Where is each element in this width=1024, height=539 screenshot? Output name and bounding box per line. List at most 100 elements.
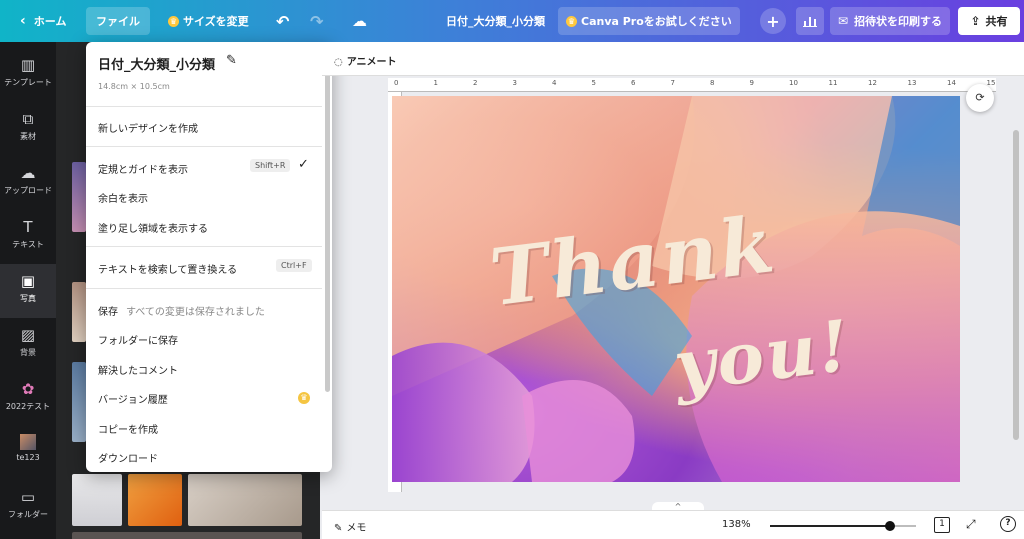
photo-icon: ▣ bbox=[20, 272, 36, 290]
crown-icon: ♛ bbox=[298, 392, 310, 404]
sidebar-item-templates[interactable]: ▥ テンプレート bbox=[0, 48, 56, 102]
ruler-tick-label: 9 bbox=[749, 79, 754, 87]
sidebar-item-background[interactable]: ▨ 背景 bbox=[0, 318, 56, 372]
zoom-slider-fill bbox=[770, 525, 890, 527]
notes-button[interactable]: ✎ メモ bbox=[334, 519, 366, 534]
sidebar-item-text[interactable]: T テキスト bbox=[0, 210, 56, 264]
sidebar-item-uploads[interactable]: ☁ アップロード bbox=[0, 156, 56, 210]
sidebar-item-folders[interactable]: ▭ フォルダー bbox=[0, 480, 56, 534]
home-button[interactable]: ‹ ホーム bbox=[12, 7, 74, 35]
menu-item-find-replace[interactable]: テキストを検索して置き換える bbox=[98, 261, 237, 276]
design-size: 14.8cm × 10.5cm bbox=[98, 82, 170, 91]
fullscreen-icon[interactable]: ⤢ bbox=[966, 517, 976, 532]
pro-label: Canva Proをお試しください bbox=[581, 15, 732, 28]
horizontal-ruler: 0 1 2 3 4 5 6 7 8 9 10 11 12 13 14 15 bbox=[388, 78, 996, 92]
resize-button[interactable]: ♛ サイズを変更 bbox=[160, 7, 257, 35]
zoom-slider[interactable] bbox=[770, 521, 916, 531]
menu-document-title[interactable]: 日付_大分類_小分類 bbox=[98, 54, 215, 73]
template-icon: ▥ bbox=[20, 56, 36, 74]
elements-icon: ⧉ bbox=[22, 110, 34, 128]
menu-item-resolved-comments[interactable]: 解決したコメント bbox=[98, 362, 178, 377]
help-button[interactable]: ? bbox=[1000, 516, 1016, 532]
animate-icon: ◌ bbox=[334, 57, 343, 68]
save-status-button[interactable]: ☁ bbox=[344, 7, 375, 35]
ruler-tick-label: 10 bbox=[789, 79, 798, 87]
document-title[interactable]: 日付_大分類_小分類 bbox=[438, 7, 553, 35]
menu-divider bbox=[86, 288, 322, 289]
menu-divider bbox=[86, 146, 322, 147]
zoom-slider-handle[interactable] bbox=[884, 521, 895, 531]
redo-icon: ↷ bbox=[310, 11, 324, 31]
page-count-button[interactable]: 1 bbox=[934, 517, 950, 533]
design-canvas[interactable]: Thank you! bbox=[392, 96, 960, 482]
menu-item-save[interactable]: 保存 すべての変更は保存されました bbox=[98, 303, 265, 318]
insights-button[interactable] bbox=[796, 7, 824, 35]
crown-icon: ♛ bbox=[168, 15, 179, 27]
photo-thumbnail[interactable] bbox=[72, 474, 122, 526]
photo-thumbnail[interactable] bbox=[72, 532, 302, 539]
folder-thumb-icon bbox=[20, 434, 36, 450]
text-icon: T bbox=[23, 218, 33, 236]
ruler-tick-label: 0 bbox=[394, 79, 399, 87]
canvas-scrollbar[interactable] bbox=[1013, 130, 1019, 440]
zoom-level[interactable]: 138% bbox=[722, 519, 751, 530]
photo-thumbnail[interactable] bbox=[72, 362, 86, 442]
crown-icon: ♛ bbox=[566, 15, 577, 27]
menu-item-make-copy[interactable]: コピーを作成 bbox=[98, 421, 158, 436]
bottom-toolbar: ✎ メモ 138% 1 ⤢ ? bbox=[322, 510, 1024, 539]
menu-item-show-margins[interactable]: 余白を表示 bbox=[98, 190, 148, 205]
sidebar-item-2022test[interactable]: ✿ 2022テスト bbox=[0, 372, 56, 426]
sidebar-item-label: 背景 bbox=[20, 348, 36, 357]
ruler-tick-label: 1 bbox=[433, 79, 438, 87]
photo-thumbnail[interactable] bbox=[72, 282, 86, 342]
menu-item-new-design[interactable]: 新しいデザインを作成 bbox=[98, 120, 198, 135]
file-menu-dropdown: 日付_大分類_小分類 ✎ 14.8cm × 10.5cm 新しいデザインを作成 … bbox=[86, 42, 332, 472]
menu-item-version-history[interactable]: バージョン履歴 bbox=[98, 391, 168, 406]
undo-icon: ↶ bbox=[276, 11, 290, 31]
ruler-tick-label: 12 bbox=[868, 79, 877, 87]
folder-icon: ▭ bbox=[20, 488, 36, 506]
file-menu-button[interactable]: ファイル bbox=[86, 7, 150, 35]
check-icon: ✓ bbox=[298, 157, 309, 172]
sidebar-item-label: テンプレート bbox=[4, 78, 52, 87]
ruler-tick-label: 6 bbox=[631, 79, 636, 87]
menu-scrollbar[interactable] bbox=[325, 52, 330, 392]
undo-button[interactable]: ↶ bbox=[268, 7, 297, 35]
photo-thumbnail[interactable] bbox=[128, 474, 182, 526]
sidebar-item-label: テキスト bbox=[12, 240, 44, 249]
sidebar-item-te123[interactable]: te123 bbox=[0, 426, 56, 480]
top-toolbar: ‹ ホーム ファイル ♛ サイズを変更 ↶ ↷ ☁ 日付_大分類_小分類 ♛ C… bbox=[0, 0, 1024, 42]
animate-button[interactable]: ◌ アニメート bbox=[334, 53, 397, 68]
notes-icon: ✎ bbox=[334, 523, 343, 534]
pencil-icon[interactable]: ✎ bbox=[226, 53, 237, 68]
share-button[interactable]: ⇪ 共有 bbox=[958, 7, 1020, 35]
ruler-tick-label: 4 bbox=[552, 79, 557, 87]
notes-label: メモ bbox=[346, 523, 367, 534]
redo-button[interactable]: ↷ bbox=[302, 7, 331, 35]
print-invitation-button[interactable]: ✉ 招待状を印刷する bbox=[830, 7, 951, 35]
sidebar-item-photos[interactable]: ▣ 写真 bbox=[0, 264, 56, 318]
rotate-button[interactable]: ⟳ bbox=[966, 84, 994, 112]
sidebar-item-label: te123 bbox=[16, 453, 40, 462]
sidebar-item-label: 2022テスト bbox=[5, 402, 51, 411]
sidebar-item-label: 素材 bbox=[20, 132, 36, 141]
sidebar-item-elements[interactable]: ⧉ 素材 bbox=[0, 102, 56, 156]
photo-thumbnail[interactable] bbox=[188, 474, 302, 526]
ruler-tick-label: 8 bbox=[710, 79, 715, 87]
menu-item-download[interactable]: ダウンロード bbox=[98, 450, 158, 465]
share-upload-icon: ⇪ bbox=[970, 14, 981, 28]
menu-item-show-bleed[interactable]: 塗り足し領域を表示する bbox=[98, 220, 208, 235]
print-label: 招待状を印刷する bbox=[854, 15, 943, 28]
envelope-icon: ✉ bbox=[838, 14, 849, 28]
plus-icon: + bbox=[766, 11, 780, 31]
menu-item-show-rulers[interactable]: 定規とガイドを表示 bbox=[98, 161, 188, 176]
file-label: ファイル bbox=[96, 15, 140, 28]
menu-item-save-to-folder[interactable]: フォルダーに保存 bbox=[98, 332, 178, 347]
photo-thumbnail[interactable] bbox=[72, 162, 86, 232]
shortcut-badge: Shift+R bbox=[250, 159, 291, 172]
try-pro-button[interactable]: ♛ Canva Proをお試しください bbox=[558, 7, 740, 35]
ruler-tick-label: 5 bbox=[591, 79, 596, 87]
add-collaborator-button[interactable]: + bbox=[760, 8, 786, 34]
ruler-tick-label: 3 bbox=[512, 79, 517, 87]
ruler-tick-label: 14 bbox=[947, 79, 956, 87]
